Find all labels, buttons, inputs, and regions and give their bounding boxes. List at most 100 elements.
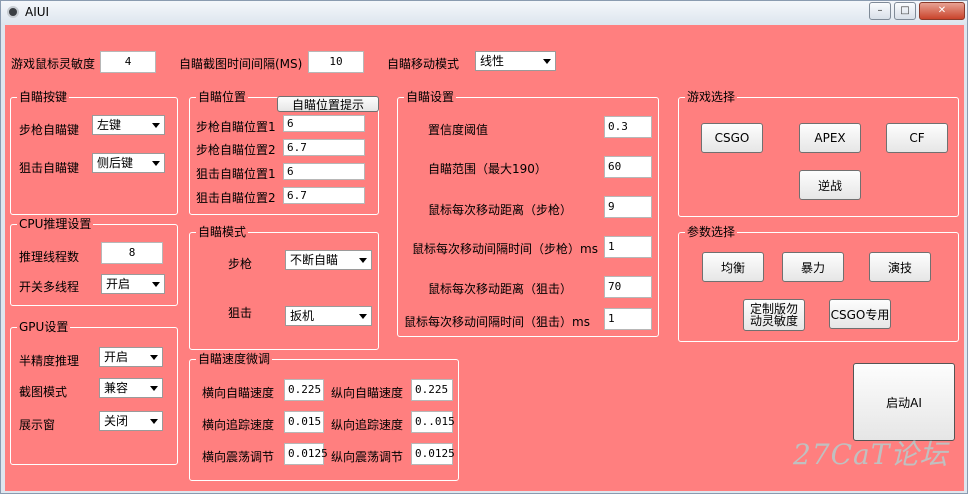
param-select-title: 参数选择 <box>685 225 738 239</box>
h-osc-label: 横向震荡调节 <box>202 450 275 464</box>
nizhan-button[interactable]: 逆战 <box>799 170 861 200</box>
balanced-button[interactable]: 均衡 <box>702 252 764 282</box>
v-track-speed-input[interactable]: 0..015 <box>411 411 455 433</box>
half-precision-label: 半精度推理 <box>19 354 80 368</box>
v-aim-speed-input[interactable]: 0.225 <box>411 379 453 401</box>
csgo-button[interactable]: CSGO <box>701 123 763 153</box>
custom-sensitivity-button[interactable]: 定制版勿动灵敏度 <box>743 299 805 331</box>
aim-range-label: 自瞄范围（最大190） <box>428 162 547 176</box>
threads-input[interactable]: 8 <box>101 242 163 264</box>
rifle-key-value: 左键 <box>97 118 122 132</box>
app-window: AIUI – □ ✕ 游戏鼠标灵敏度 4 自瞄截图时间间隔(MS) 10 自瞄移… <box>0 0 968 494</box>
rifle-mode-select[interactable]: 不断自瞄 <box>285 250 372 270</box>
rifle-mode-value: 不断自瞄 <box>290 253 339 267</box>
preview-window-select[interactable]: 关闭 <box>99 411 163 431</box>
chevron-down-icon <box>543 59 551 64</box>
sensitivity-input[interactable]: 4 <box>100 51 156 73</box>
gpu-title: GPU设置 <box>17 320 71 334</box>
aim-mode-group: 自瞄模式 步枪 不断自瞄 狙击 扳机 <box>189 225 379 350</box>
aim-position-label: 狙击自瞄位置2 <box>196 191 276 205</box>
aim-position-title: 自瞄位置 <box>196 90 249 104</box>
v-osc-label: 纵向震荡调节 <box>331 450 404 464</box>
cf-button[interactable]: CF <box>886 123 948 153</box>
aim-position-input[interactable]: 6 <box>283 115 365 132</box>
capture-interval-input[interactable]: 10 <box>308 51 364 73</box>
h-aim-speed-input[interactable]: 0.225 <box>284 379 324 401</box>
sniper-key-select[interactable]: 侧后键 <box>92 153 165 173</box>
gpu-group: GPU设置 半精度推理 开启 截图模式 兼容 展示窗 关闭 <box>10 320 178 465</box>
rifle-key-select[interactable]: 左键 <box>92 115 165 135</box>
aim-position-input[interactable]: 6.7 <box>283 187 365 204</box>
multithread-value: 开启 <box>106 277 131 291</box>
rifle-move-distance-label: 鼠标每次移动距离（步枪） <box>428 203 573 217</box>
aim-settings-title: 自瞄设置 <box>404 90 457 104</box>
csgo-only-button[interactable]: CSGO专用 <box>829 299 891 329</box>
sniper-key-value: 侧后键 <box>97 156 134 170</box>
cpu-group: CPU推理设置 推理线程数 8 开关多线程 开启 <box>10 217 178 306</box>
rifle-key-label: 步枪自瞄键 <box>19 123 80 137</box>
app-icon <box>7 6 19 18</box>
aim-mode-title: 自瞄模式 <box>196 225 249 239</box>
aim-position-input[interactable]: 6 <box>283 163 365 180</box>
v-osc-input[interactable]: 0.0125 <box>411 443 455 465</box>
aim-position-hint-button[interactable]: 自瞄位置提示 <box>277 96 379 112</box>
capture-mode-value: 兼容 <box>104 381 129 395</box>
sensitivity-label: 游戏鼠标灵敏度 <box>11 57 96 71</box>
threads-label: 推理线程数 <box>19 250 80 264</box>
rifle-move-interval-label: 鼠标每次移动间隔时间（步枪）ms <box>412 242 598 256</box>
sniper-mode-label: 狙击 <box>228 306 253 320</box>
sniper-move-distance-input[interactable]: 70 <box>604 276 652 298</box>
chevron-down-icon <box>359 314 367 319</box>
multithread-select[interactable]: 开启 <box>101 274 165 294</box>
sniper-key-label: 狙击自瞄键 <box>19 161 80 175</box>
chevron-down-icon <box>359 258 367 263</box>
sniper-move-distance-label: 鼠标每次移动距离（狙击） <box>428 282 573 296</box>
preview-window-label: 展示窗 <box>19 418 56 432</box>
half-precision-select[interactable]: 开启 <box>99 347 163 367</box>
capture-mode-select[interactable]: 兼容 <box>99 378 163 398</box>
v-aim-speed-label: 纵向自瞄速度 <box>331 386 404 400</box>
acting-button[interactable]: 演技 <box>869 252 931 282</box>
sniper-mode-value: 扳机 <box>290 309 315 323</box>
aim-settings-group: 自瞄设置 置信度阈值 0.3 自瞄范围（最大190） 60 鼠标每次移动距离（步… <box>397 90 659 337</box>
h-aim-speed-label: 横向自瞄速度 <box>202 386 275 400</box>
chevron-down-icon <box>152 282 160 287</box>
aim-position-label: 步枪自瞄位置2 <box>196 143 276 157</box>
apex-button[interactable]: APEX <box>799 123 861 153</box>
sniper-mode-select[interactable]: 扳机 <box>285 306 372 326</box>
game-select-title: 游戏选择 <box>685 90 738 104</box>
close-button[interactable]: ✕ <box>919 2 965 20</box>
sniper-move-interval-input[interactable]: 1 <box>604 308 652 330</box>
half-precision-value: 开启 <box>104 350 129 364</box>
cpu-title: CPU推理设置 <box>17 217 94 231</box>
h-osc-input[interactable]: 0.0125 <box>284 443 328 465</box>
client-area: 游戏鼠标灵敏度 4 自瞄截图时间间隔(MS) 10 自瞄移动模式 线性 自瞄按键… <box>5 25 964 491</box>
start-ai-button[interactable]: 启动AI <box>853 363 955 441</box>
rifle-mode-label: 步枪 <box>228 257 253 271</box>
chevron-down-icon <box>150 386 158 391</box>
preview-window-value: 关闭 <box>104 414 129 428</box>
confidence-input[interactable]: 0.3 <box>604 116 652 138</box>
aim-position-label: 步枪自瞄位置1 <box>196 120 276 134</box>
title-bar[interactable]: AIUI – □ ✕ <box>1 1 967 25</box>
capture-mode-label: 截图模式 <box>19 385 68 399</box>
param-select-group: 参数选择 均衡 暴力 演技 定制版勿动灵敏度 CSGO专用 <box>678 225 959 342</box>
aim-keys-title: 自瞄按键 <box>17 90 70 104</box>
capture-interval-label: 自瞄截图时间间隔(MS) <box>179 57 303 71</box>
violent-button[interactable]: 暴力 <box>782 252 844 282</box>
h-track-speed-input[interactable]: 0.015 <box>284 411 324 433</box>
minimize-button[interactable]: – <box>869 2 891 20</box>
game-select-group: 游戏选择 CSGO APEX CF 逆战 <box>678 90 959 217</box>
rifle-move-interval-input[interactable]: 1 <box>604 236 652 258</box>
aim-position-input[interactable]: 6.7 <box>283 139 365 156</box>
aim-speed-title: 自瞄速度微调 <box>196 352 273 366</box>
rifle-move-distance-input[interactable]: 9 <box>604 196 652 218</box>
move-mode-select[interactable]: 线性 <box>475 51 556 71</box>
v-track-speed-label: 纵向追踪速度 <box>331 418 404 432</box>
confidence-label: 置信度阈值 <box>428 123 489 137</box>
chevron-down-icon <box>152 161 160 166</box>
aim-range-input[interactable]: 60 <box>604 156 652 178</box>
chevron-down-icon <box>152 123 160 128</box>
maximize-button[interactable]: □ <box>894 2 916 20</box>
multithread-label: 开关多线程 <box>19 280 80 294</box>
